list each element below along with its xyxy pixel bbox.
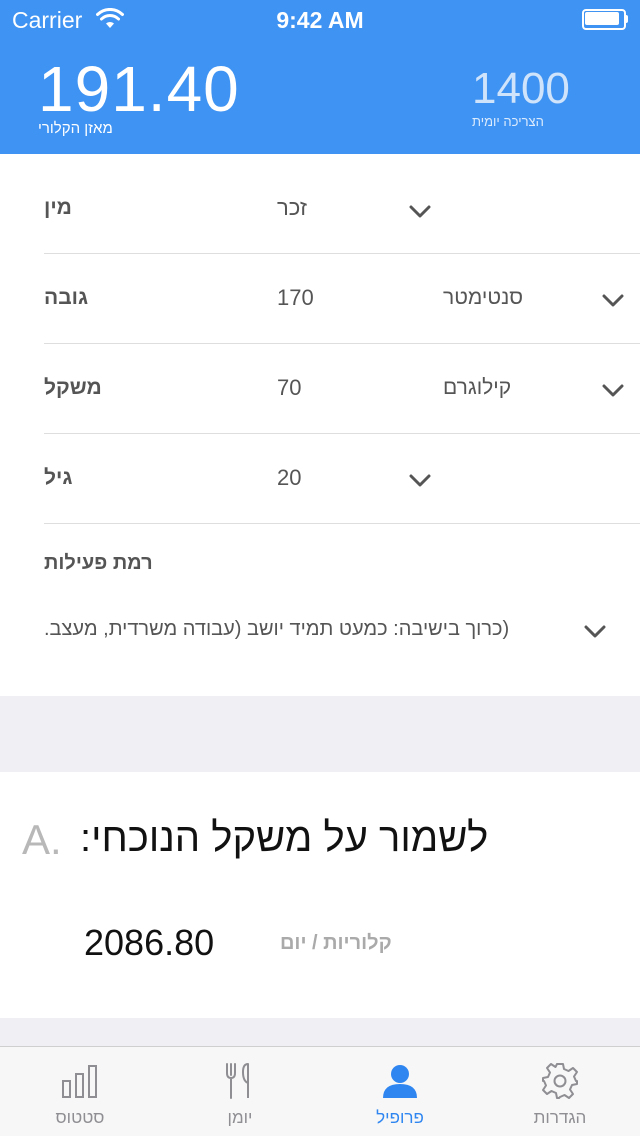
daily-intake-label: הצריכה יומית xyxy=(472,114,544,129)
divider xyxy=(44,523,640,524)
fork-knife-icon xyxy=(226,1063,249,1099)
height-row[interactable]: גובה 170 סנטימטר xyxy=(0,254,640,344)
profile-form: מין זכר גובה 170 סנטימטר משקל 70 קילוגרם xyxy=(0,154,640,696)
activity-level-value[interactable]: (כרוך בישיבה: כמעט תמיד יושב (עבודה משרד… xyxy=(44,618,509,641)
weight-label: משקל xyxy=(44,376,102,399)
chevron-down-icon[interactable] xyxy=(602,294,624,308)
calorie-balance-label: מאזן הקלורי xyxy=(38,120,113,137)
tab-bar: סטטוס יומן פרופיל הגדרות xyxy=(0,1046,640,1136)
chevron-down-icon[interactable] xyxy=(584,625,606,639)
age-label: גיל xyxy=(44,466,73,489)
tab-diary-label: יומן xyxy=(227,1108,253,1127)
activity-level-label: רמת פעילות xyxy=(44,552,153,574)
chevron-down-icon[interactable] xyxy=(409,474,431,488)
tab-status[interactable]: סטטוס xyxy=(0,1047,160,1136)
weight-row[interactable]: משקל 70 קילוגרם xyxy=(0,344,640,434)
calories-per-day-unit: קלוריות / יום xyxy=(280,932,392,954)
calorie-balance-value: 191.40 xyxy=(38,53,240,125)
height-value[interactable]: 170 xyxy=(277,285,314,311)
tab-settings-label: הגדרות xyxy=(533,1108,587,1127)
gender-label: מין xyxy=(44,196,72,219)
tab-profile[interactable]: פרופיל xyxy=(320,1047,480,1136)
header: Carrier 9:42 AM 191.40 מאזן הקלורי 1400 … xyxy=(0,0,640,154)
gender-row[interactable]: מין זכר xyxy=(0,164,640,254)
age-row[interactable]: גיל 20 xyxy=(0,434,640,524)
age-value[interactable]: 20 xyxy=(277,465,301,491)
goal-title: לשמור על משקל הנוכחי: xyxy=(80,816,489,860)
person-icon xyxy=(383,1065,417,1098)
tab-settings[interactable]: הגדרות xyxy=(480,1047,640,1136)
calories-per-day-value: 2086.80 xyxy=(84,922,215,963)
status-bar: Carrier 9:42 AM xyxy=(0,0,640,40)
clock: 9:42 AM xyxy=(276,7,364,33)
option-letter: A. xyxy=(22,816,62,863)
chevron-down-icon[interactable] xyxy=(409,205,431,219)
weight-unit[interactable]: קילוגרם xyxy=(443,376,511,400)
daily-intake-value: 1400 xyxy=(472,64,570,113)
gender-value[interactable]: זכר xyxy=(277,195,307,221)
tab-profile-label: פרופיל xyxy=(376,1108,424,1127)
screen: Carrier 9:42 AM 191.40 מאזן הקלורי 1400 … xyxy=(0,0,640,1136)
weight-value[interactable]: 70 xyxy=(277,375,301,401)
chevron-down-icon[interactable] xyxy=(602,384,624,398)
battery-icon xyxy=(582,9,628,30)
height-label: גובה xyxy=(44,286,89,309)
gear-icon xyxy=(542,1063,578,1099)
tab-status-label: סטטוס xyxy=(55,1108,105,1127)
tab-diary[interactable]: יומן xyxy=(160,1047,320,1136)
height-unit[interactable]: סנטימטר xyxy=(443,286,523,310)
bar-chart-icon xyxy=(62,1065,97,1098)
result-card: A. לשמור על משקל הנוכחי: 2086.80 קלוריות… xyxy=(0,772,640,1018)
